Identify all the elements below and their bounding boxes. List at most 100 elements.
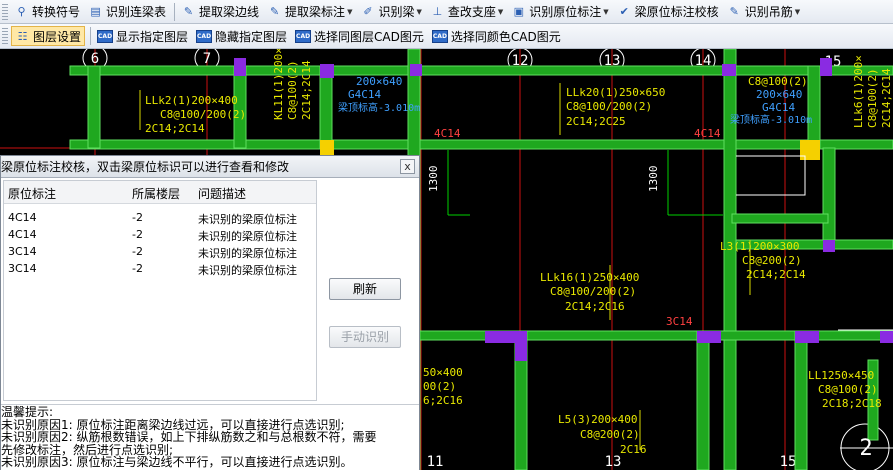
beam-annotation[interactable]: C8@200(2) (580, 428, 640, 441)
toolbar-grip[interactable] (2, 28, 8, 44)
table-header: 原位标注 所属楼层 问题描述 (4, 181, 316, 204)
table-row[interactable]: 3C14 -2 未识别的梁原位标注 (4, 244, 316, 261)
hanger-icon: ✎ (729, 5, 739, 18)
beam-annotation[interactable]: 6;2C16 (423, 394, 463, 407)
toolbar-grip[interactable] (2, 3, 8, 20)
beam-annotation[interactable]: C8@100(2) (866, 68, 879, 128)
beam-annotation[interactable]: 00(2) (423, 380, 456, 393)
beam-annotation[interactable]: 2C18;2C18 (822, 397, 882, 410)
beam-annotation[interactable]: 2C14;2C25 (566, 115, 626, 128)
mark-icon: ▣ (513, 5, 524, 18)
extract-beam-label-button[interactable]: ✎ 提取梁标注 ▼ (264, 2, 355, 22)
beam-annotation[interactable]: LLk2(1)200×400 (145, 94, 238, 107)
beam-annotation[interactable]: LL1250×450 (808, 369, 874, 382)
beam[interactable] (69, 139, 893, 150)
beam-annotation[interactable]: 梁顶标高-3.010m (338, 101, 420, 114)
beam-annotation[interactable]: 50×400 (423, 366, 463, 379)
panel-title-bar[interactable]: 梁原位标注校核，双击梁原位标识可以进行查看和修改 x (1, 156, 419, 178)
identify-in-place-mark-button[interactable]: ▣ 识别原位标注 ▼ (508, 2, 611, 22)
beam-mark-check-panel: 梁原位标注校核，双击梁原位标识可以进行查看和修改 x 原位标注 所属楼层 问题描… (0, 155, 420, 470)
dimension-label: 1300 (647, 166, 660, 193)
beam[interactable] (731, 213, 829, 224)
extract-icon: ✎ (269, 5, 280, 18)
refresh-button[interactable]: 刷新 (329, 278, 401, 300)
beam-annotation[interactable]: 3C14 (666, 315, 693, 328)
cad-icon: CAD (196, 29, 213, 43)
beam-icon: ✐ (363, 5, 373, 18)
beam-annotation[interactable]: L3(1)200×300 (720, 240, 799, 253)
beam-annotation[interactable]: G4C14 (762, 101, 795, 114)
convert-symbol-button[interactable]: ⚲ 转换符号 (11, 2, 83, 22)
hide-layer-button[interactable]: CAD 隐藏指定图层 (193, 26, 290, 46)
column-header[interactable]: 问题描述 (198, 185, 246, 202)
extract-beam-edge-button[interactable]: ✎ 提取梁边线 (178, 2, 262, 22)
beam-annotation[interactable]: L5(3)200×400 (558, 413, 637, 426)
beam-annotation[interactable]: C8@100/200(2) (566, 100, 652, 113)
beam-annotation[interactable]: 200×640 (756, 88, 802, 101)
chevron-down-icon: ▼ (416, 7, 422, 16)
identify-beam-table-button[interactable]: ▤ 识别连梁表 (85, 2, 169, 22)
column-header[interactable]: 所属楼层 (132, 185, 180, 202)
beam[interactable] (822, 147, 836, 249)
mark-cell: 4C14 (8, 211, 37, 224)
beam-annotation[interactable]: 2C14;2C14 (746, 268, 806, 281)
table-row[interactable]: 4C14 -2 未识别的梁原位标注 (4, 210, 316, 227)
mark-cell: 3C14 (8, 262, 37, 275)
floor-cell: -2 (132, 262, 143, 275)
floor-cell: -2 (132, 245, 143, 258)
show-layer-button[interactable]: CAD 显示指定图层 (94, 26, 191, 46)
beam-annotation[interactable]: C8@100(2) (748, 75, 808, 88)
beam[interactable] (319, 65, 333, 149)
chevron-down-icon: ▼ (347, 7, 353, 16)
beam-annotation[interactable]: 2C14;2C14 (145, 122, 205, 135)
beam-annotation[interactable]: C8@100/200(2) (160, 108, 246, 121)
axis-label: 15 (780, 454, 797, 470)
hint-line: 温馨提示: (1, 405, 54, 419)
beam-annotation[interactable]: LLk6(1)200× (852, 55, 865, 128)
beam-annotation[interactable]: C8@200(2) (742, 254, 802, 267)
beam-annotation[interactable]: G4C14 (348, 88, 381, 101)
beam-annotation[interactable]: 2C14;2C14 (300, 60, 313, 120)
issue-cell: 未识别的梁原位标注 (198, 247, 297, 260)
beam[interactable] (233, 65, 247, 149)
beam-annotation[interactable]: C8@100(2) (286, 60, 299, 120)
layer-settings-button[interactable]: ☷ 图层设置 (11, 26, 86, 46)
check-icon: ✔ (619, 5, 629, 18)
select-same-color-button[interactable]: CAD 选择同颜色CAD图元 (429, 26, 564, 46)
beam[interactable] (807, 65, 821, 149)
beam[interactable] (696, 330, 710, 470)
panel-title: 梁原位标注校核，双击梁原位标识可以进行查看和修改 (1, 160, 290, 174)
issue-cell: 未识别的梁原位标注 (198, 264, 297, 277)
close-button[interactable]: x (400, 159, 415, 174)
hint-line: 未识别原因2: 纵筋根数错误，如上下排纵筋数之和与总根数不符，需要 (1, 430, 377, 445)
beam-annotation[interactable]: 2C14;2C16 (565, 300, 625, 313)
issue-table[interactable]: 原位标注 所属楼层 问题描述 4C14 -2 未识别的梁原位标注 4C14 -2… (3, 180, 317, 401)
identify-beam-button[interactable]: ✐ 识别梁 ▼ (357, 2, 424, 22)
beam-annotation[interactable]: LLk20(1)250×650 (566, 86, 665, 99)
beam-annotation[interactable]: 2C14;2C14 (880, 68, 893, 128)
mark-cell: 4C14 (8, 228, 37, 241)
column-header[interactable]: 原位标注 (8, 185, 56, 202)
select-same-layer-button[interactable]: CAD 选择同图层CAD图元 (292, 26, 427, 46)
table-row[interactable]: 4C14 -2 未识别的梁原位标注 (4, 227, 316, 244)
beam-annotation[interactable]: KL11(1)200× (272, 49, 285, 120)
identify-hanger-bar-button[interactable]: ✎ 识别吊筋 ▼ (724, 2, 803, 22)
floor-cell: -2 (132, 211, 143, 224)
table-row[interactable]: 3C14 -2 未识别的梁原位标注 (4, 261, 316, 278)
convert-symbol-icon: ⚲ (17, 5, 26, 18)
beam-annotation[interactable]: 200×640 (356, 75, 402, 88)
beam-annotation[interactable]: LLk16(1)250×400 (540, 271, 639, 284)
beam-annotation[interactable]: 4C14 (434, 127, 461, 140)
beam-annotation[interactable]: C8@100/200(2) (550, 285, 636, 298)
beam-annotation[interactable]: 梁顶标高-3.010m (730, 113, 812, 126)
beam-in-place-mark-check-button[interactable]: ✔ 梁原位标注校核 (614, 2, 722, 22)
beam[interactable] (794, 330, 808, 470)
manual-identify-button[interactable]: 手动识别 (329, 326, 401, 348)
beam-annotation[interactable]: 4C14 (694, 127, 721, 140)
beam[interactable] (723, 49, 737, 470)
beam[interactable] (87, 65, 101, 149)
extract-icon: ✎ (183, 5, 194, 18)
beam-annotation[interactable]: 2C16 (620, 443, 647, 456)
beam-annotation[interactable]: C8@100(2) (818, 383, 878, 396)
check-support-button[interactable]: ⊥ 查改支座 ▼ (427, 2, 506, 22)
